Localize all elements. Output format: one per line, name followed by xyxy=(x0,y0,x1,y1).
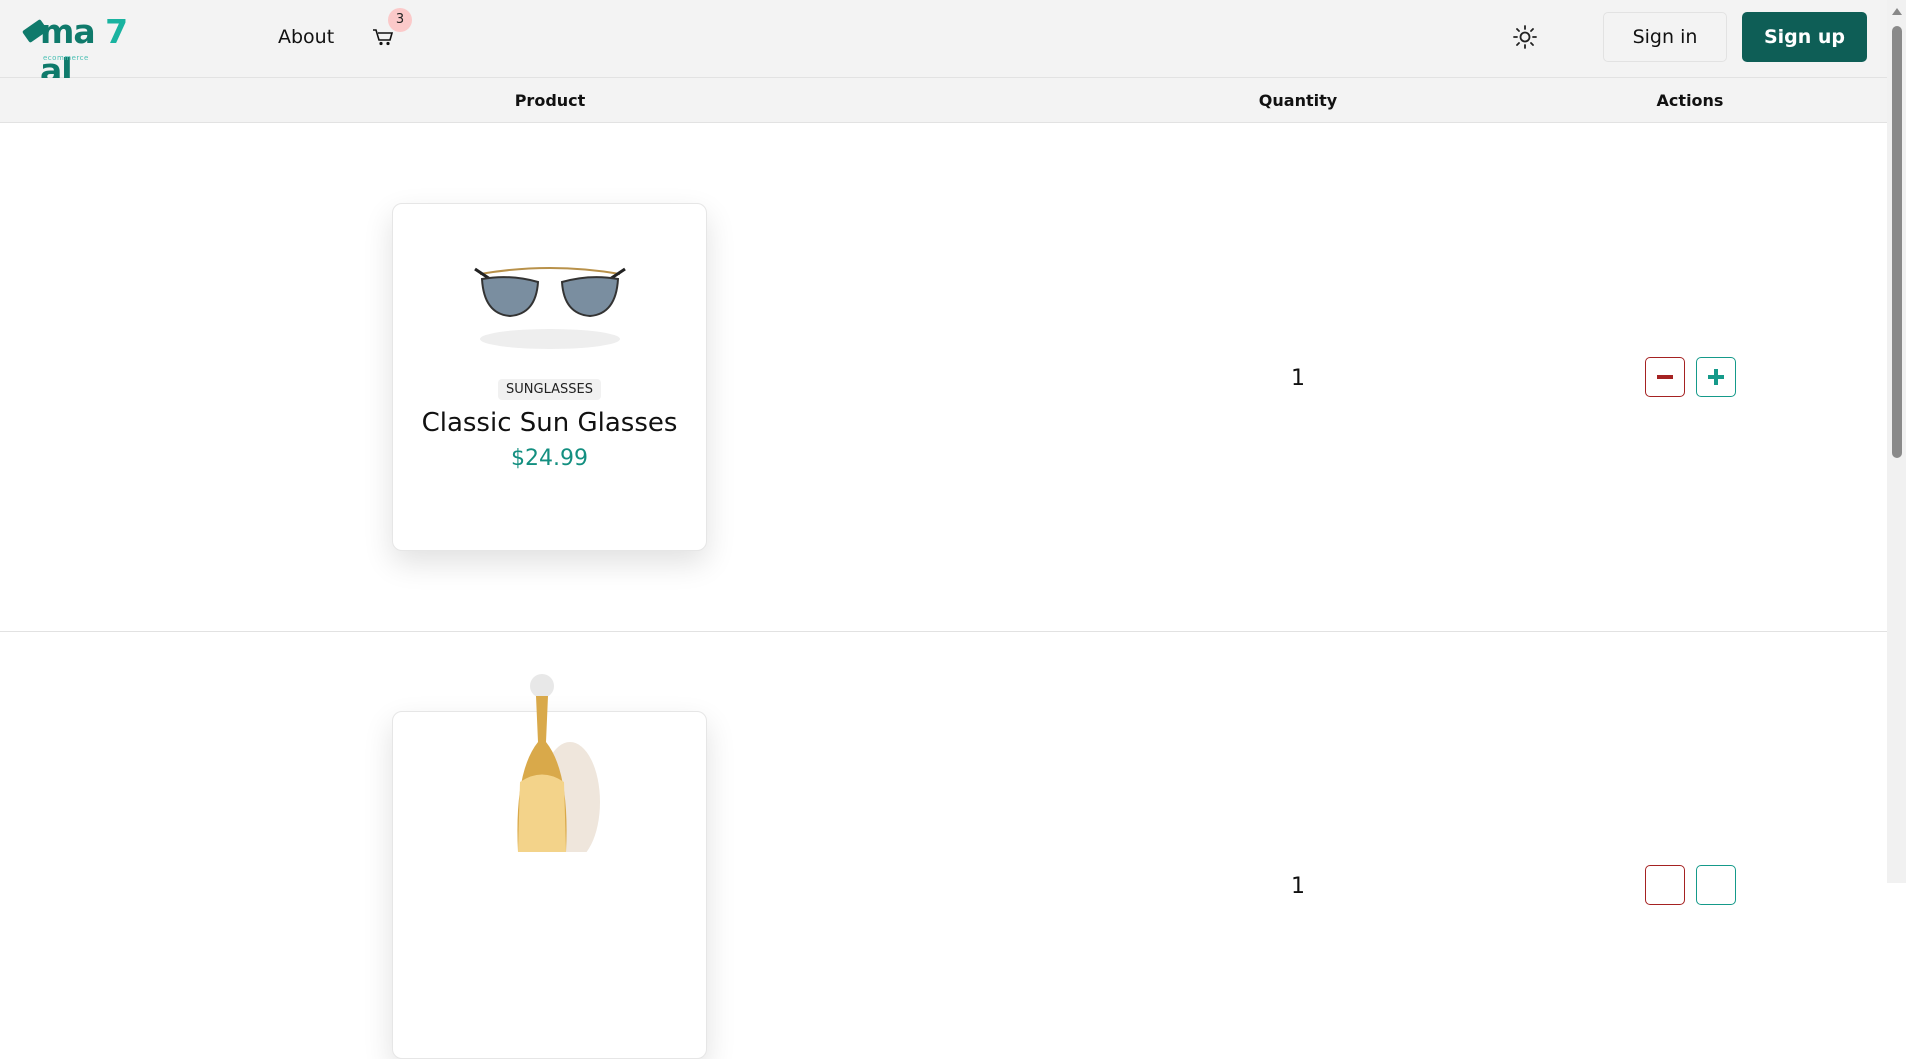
product-card[interactable] xyxy=(392,674,707,1059)
cart-icon[interactable] xyxy=(372,28,394,46)
scroll-up-arrow-icon[interactable] xyxy=(1892,8,1902,15)
category-badge: SUNGLASSES xyxy=(498,379,601,400)
product-price: $24.99 xyxy=(511,446,588,471)
plus-icon xyxy=(1708,369,1724,385)
logo[interactable]: ma 7 al ecommerce xyxy=(21,12,164,90)
table-row: 1 xyxy=(0,632,1887,1059)
cart-table-header: Product Quantity Actions xyxy=(0,78,1887,123)
increase-quantity-button[interactable] xyxy=(1696,357,1736,397)
column-header-quantity: Quantity xyxy=(1258,91,1338,110)
quantity-value: 1 xyxy=(1291,366,1305,391)
quantity-value: 1 xyxy=(1291,874,1305,899)
sunglasses-image xyxy=(473,267,626,349)
cart-count-badge: 3 xyxy=(388,8,412,32)
sign-in-button[interactable]: Sign in xyxy=(1603,12,1727,62)
perfume-image xyxy=(517,674,600,852)
product-card[interactable]: SUNGLASSES Classic Sun Glasses $24.99 xyxy=(392,203,707,551)
top-navbar: ma 7 al ecommerce About 3 Sign in Sign u… xyxy=(0,0,1887,90)
column-header-actions: Actions xyxy=(1656,91,1724,110)
theme-toggle-sun-icon[interactable] xyxy=(1512,24,1538,50)
minus-icon xyxy=(1657,375,1673,379)
table-row: SUNGLASSES Classic Sun Glasses $24.99 1 xyxy=(0,123,1887,632)
logo-subtitle: ecommerce xyxy=(43,54,89,62)
sign-up-button[interactable]: Sign up xyxy=(1742,12,1867,62)
nav-about-link[interactable]: About xyxy=(278,26,334,48)
decrease-quantity-button[interactable] xyxy=(1645,357,1685,397)
column-header-product: Product xyxy=(514,91,586,110)
increase-quantity-button[interactable] xyxy=(1696,865,1736,905)
scrollbar-thumb[interactable] xyxy=(1892,26,1902,458)
product-name: Classic Sun Glasses xyxy=(421,408,678,438)
vertical-scrollbar[interactable] xyxy=(1887,0,1906,883)
decrease-quantity-button[interactable] xyxy=(1645,865,1685,905)
